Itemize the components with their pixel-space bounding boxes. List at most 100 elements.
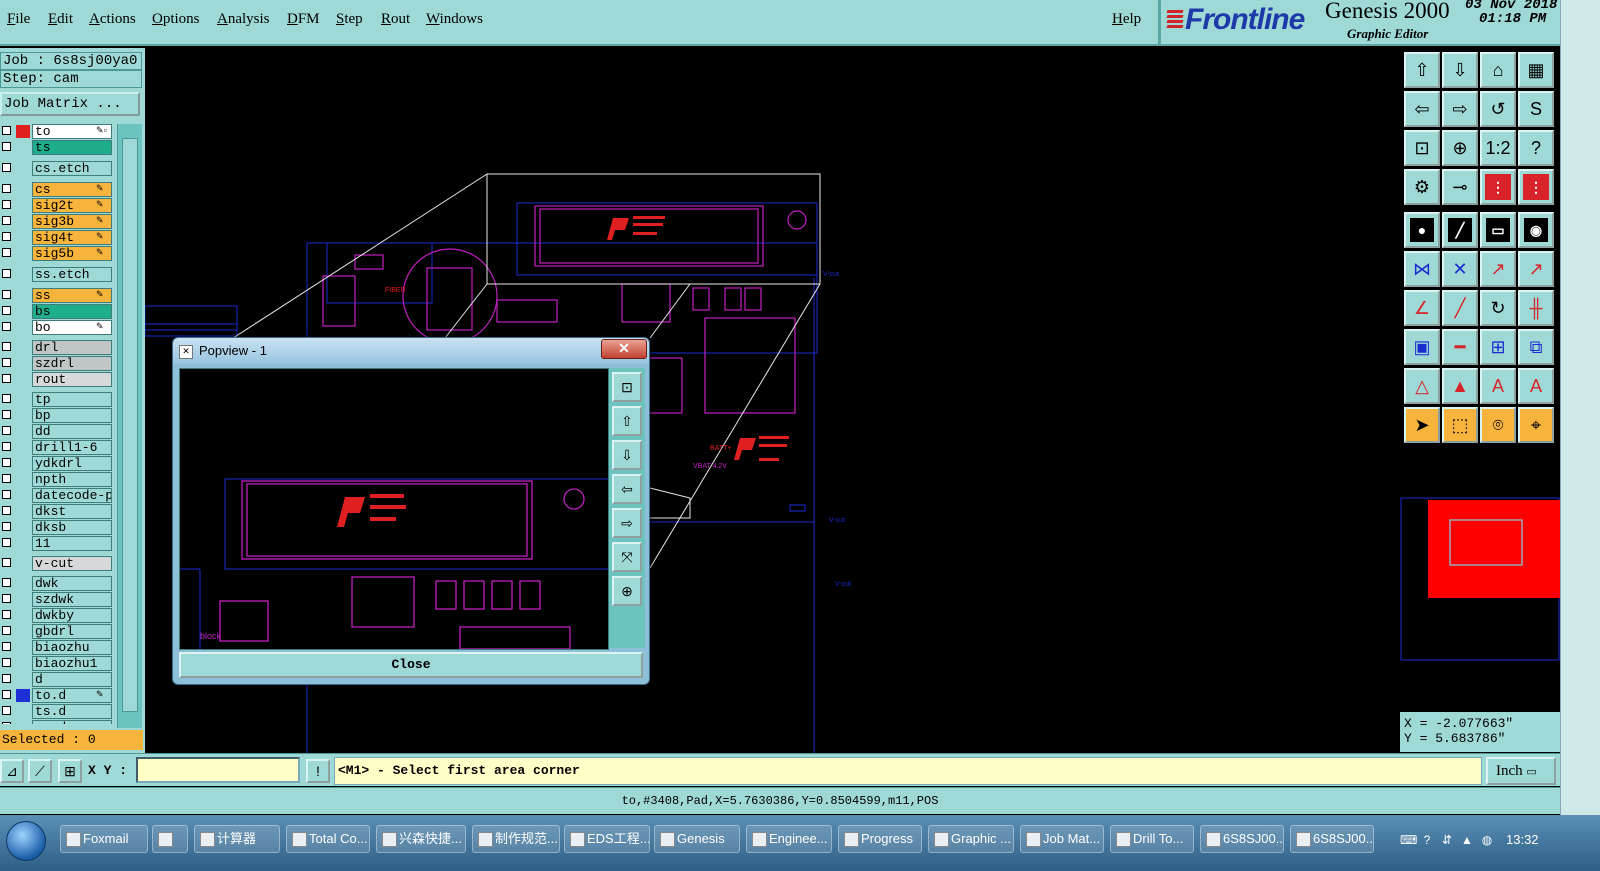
layer-row[interactable]: biaozhu1 [0,656,116,671]
ruler-icon[interactable]: ▭ [1480,212,1516,248]
layer-checkbox[interactable] [2,126,11,135]
layer-name[interactable]: szdrl [32,356,112,371]
layer-checkbox[interactable] [2,610,11,619]
taskbar-item[interactable]: Progress [838,825,922,853]
layer-row[interactable]: sig3b ✎ [0,214,116,229]
layer-row[interactable]: sig5b ✎ [0,246,116,261]
select-box-icon[interactable]: ⬚ [1442,407,1478,443]
layer-row[interactable]: cs ✎ [0,182,116,197]
job-matrix-button[interactable]: Job Matrix ... [0,92,140,116]
layer-checkbox[interactable] [2,358,11,367]
layer-name[interactable]: tp [32,392,112,407]
layer-row[interactable]: 11 [0,536,116,551]
layer-checkbox[interactable] [2,578,11,587]
layer-row[interactable]: szdrl [0,356,116,371]
layer-checkbox[interactable] [2,674,11,683]
layer-row[interactable]: szdwk [0,592,116,607]
pv-fit-icon[interactable]: ⤧ [612,542,642,572]
layer-checkbox[interactable] [2,558,11,567]
net2-icon[interactable]: ⋮ [1518,169,1554,205]
layer-name[interactable]: szdwk [32,592,112,607]
grid-icon[interactable]: ▦ [1518,52,1554,88]
close-icon[interactable]: ✕ [601,339,647,359]
layer-checkbox[interactable] [2,658,11,667]
triangle-up-icon[interactable]: ▲ [1442,368,1478,404]
layer-checkbox[interactable] [2,426,11,435]
menu-dfm[interactable]: DFM [287,11,320,28]
layer-row[interactable]: drill1-6 [0,440,116,455]
pv-center-icon[interactable]: ⊕ [612,576,642,606]
taskbar-item[interactable]: 兴森快捷... [376,825,466,853]
taskbar-item[interactable]: 6S8SJ00... [1200,825,1284,853]
right-scroll-strip[interactable] [1560,0,1600,815]
layer-checkbox[interactable] [2,706,11,715]
layer-row[interactable]: ts.d [0,704,116,719]
layer-row[interactable]: ss.etch [0,267,116,282]
arc-icon[interactable]: ↻ [1480,290,1516,326]
keyboard-icon[interactable]: ⌨ [1400,833,1417,847]
fit-icon[interactable]: ⊡ [1404,130,1440,166]
snap-icon[interactable]: S [1518,91,1554,127]
layer-name[interactable]: dwkby [32,608,112,623]
circle-icon[interactable]: ◉ [1518,212,1554,248]
select-net-icon[interactable]: ⌖ [1518,407,1554,443]
pv-zoom-out-icon[interactable]: ⇩ [612,440,642,470]
alert-icon[interactable]: ! [306,759,330,783]
layer-color-swatch[interactable] [16,125,30,138]
taskbar-item[interactable]: 计算器 [194,825,280,853]
taskbar-item[interactable]: Total Co... [286,825,370,853]
layer-checkbox[interactable] [2,506,11,515]
layer-checkbox[interactable] [2,290,11,299]
network-icon[interactable]: ⇵ [1440,833,1454,847]
menu-step[interactable]: Step [336,11,363,28]
layer-checkbox[interactable] [2,626,11,635]
menu-analysis[interactable]: Analysis [217,11,270,28]
pv-zoom-box-icon[interactable]: ⊡ [612,372,642,402]
measure-mode-icon[interactable]: ⟋ [28,759,52,783]
slash-icon[interactable]: ╱ [1442,290,1478,326]
layer-checkbox[interactable] [2,216,11,225]
start-button[interactable] [6,821,46,861]
layer-row[interactable]: drl [0,340,116,355]
layer-row[interactable]: bp [0,408,116,423]
layer-name[interactable]: dwk [32,576,112,591]
line-icon[interactable]: ╱ [1442,212,1478,248]
overview-map[interactable] [1400,450,1560,712]
close-button[interactable]: Close [179,652,643,678]
layer-name[interactable]: biaozhu [32,640,112,655]
layer-checkbox[interactable] [2,394,11,403]
layer-checkbox[interactable] [2,269,11,278]
layer-row[interactable]: tp [0,392,116,407]
help-tray-icon[interactable]: ? [1420,833,1434,847]
layer-row[interactable]: datecode-pte [0,488,116,503]
pad-icon[interactable]: ● [1404,212,1440,248]
layer-name[interactable]: rout [32,372,112,387]
layer-row[interactable]: cs.d [0,720,116,724]
layer-checkbox[interactable] [2,200,11,209]
center-icon[interactable]: ⊕ [1442,130,1478,166]
layer-row[interactable]: biaozhu [0,640,116,655]
layer-checkbox[interactable] [2,538,11,547]
layer-row[interactable]: dwkby [0,608,116,623]
taskbar-item[interactable]: EDS工程... [564,825,650,853]
taskbar-item[interactable]: Job Mat... [1020,825,1104,853]
layer-checkbox[interactable] [2,342,11,351]
key-icon[interactable]: ⊸ [1442,169,1478,205]
layer-checkbox[interactable] [2,690,11,699]
menu-actions[interactable]: Actions [89,11,136,28]
text-a-icon[interactable]: A [1480,368,1516,404]
layer-checkbox[interactable] [2,163,11,172]
taskbar-item[interactable]: 6S8SJ00... [1290,825,1374,853]
layer-name[interactable]: ydkdrl [32,456,112,471]
select-arrow-icon[interactable]: ➤ [1404,407,1440,443]
layer-checkbox[interactable] [2,248,11,257]
layer-row[interactable]: d [0,672,116,687]
layer-row[interactable]: v-cut [0,556,116,571]
taskbar-item[interactable]: Graphic ... [928,825,1014,853]
scale-icon[interactable]: 1:2 [1480,130,1516,166]
layer-checkbox[interactable] [2,142,11,151]
zoom-home-icon[interactable]: ⇧ [1404,52,1440,88]
menu-options[interactable]: Options [152,11,200,28]
layer-row[interactable]: dksb [0,520,116,535]
triangle-icon[interactable]: △ [1404,368,1440,404]
